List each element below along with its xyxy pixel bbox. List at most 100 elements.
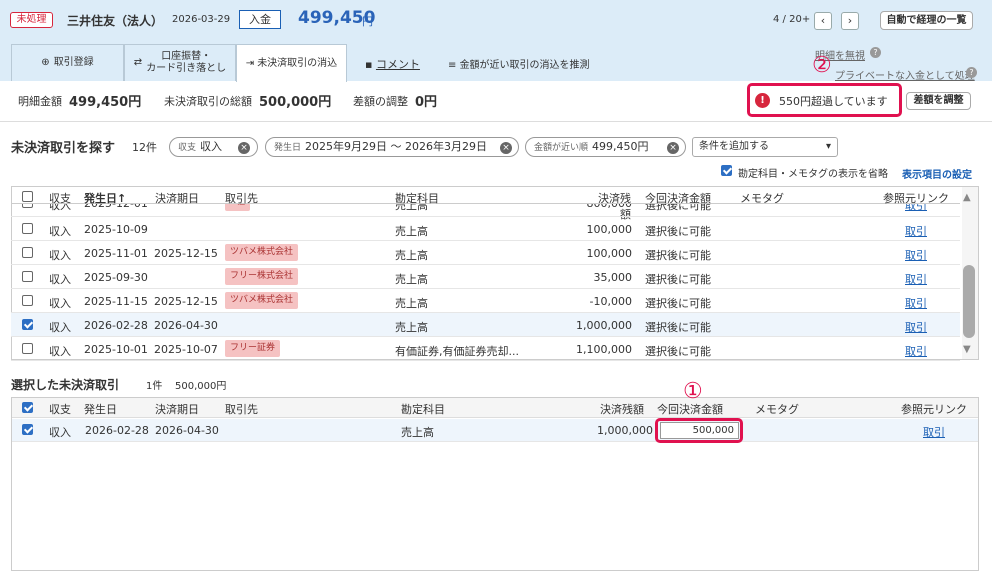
cell-balance: 100,000 (586, 223, 633, 236)
settle-amount-input[interactable]: 500,000 (660, 422, 739, 439)
annotation-2: ② (812, 53, 832, 78)
cell-account: 売上高 (395, 297, 428, 310)
total-label: 未決済取引の総額 (164, 95, 252, 108)
next-button[interactable]: › (841, 12, 859, 30)
table-cell: 収入 (49, 345, 71, 358)
cell-account: 売上高 (395, 321, 428, 334)
ref-link[interactable]: 取引 (905, 204, 927, 213)
meisai-amount: 499,450円 (69, 95, 142, 110)
adj-label: 差額の調整 (353, 95, 408, 108)
scroll-down-icon[interactable]: ▼ (963, 344, 971, 355)
select-all-checkbox[interactable] (22, 191, 33, 202)
table-cell: 2025-12-01 (84, 204, 148, 210)
cell-settle: 選択後に可能 (645, 321, 711, 334)
ref-link[interactable]: 取引 (905, 247, 927, 263)
cell-balance: 35,000 (593, 271, 633, 284)
sel-hdr-0: 収支 (49, 403, 71, 416)
tab-transfer[interactable]: ⇄ 口座振替・ カード引き落とし (124, 44, 236, 81)
filter-chip-date[interactable]: 発生日 2025年9月29日 〜 2026年3月29日 × (265, 137, 519, 157)
partner-tag: フリー証券 (225, 340, 281, 357)
selected-all-checkbox[interactable] (22, 402, 33, 413)
cell-settle: 選択後に可能 (645, 273, 711, 286)
annotation-1: ① (683, 379, 703, 404)
table-cell: 収入 (49, 321, 71, 334)
ref-link[interactable]: 取引 (905, 343, 927, 359)
tab-guess[interactable]: ≡ 金額が近い取引の消込を推測 (448, 56, 590, 71)
search-count: 12件 (132, 141, 157, 154)
sel-hdr-7: メモタグ (755, 403, 799, 416)
chevron-down-icon: ▾ (825, 141, 831, 152)
close-icon[interactable]: × (238, 142, 250, 154)
filter-chip-amount[interactable]: 金額が近い順 499,450円 × (525, 137, 686, 157)
row-checkbox[interactable] (22, 319, 33, 330)
selected-count: 1件 (146, 381, 163, 392)
filter-chip-kind[interactable]: 収支 収入 × (169, 137, 258, 157)
adjust-button[interactable]: 差額を調整 (906, 92, 971, 110)
table-cell: 2025-11-01 (84, 247, 148, 260)
table-row[interactable]: 収入 2025-11-15 2025-12-15 ツバメ株式会社 売上高 -10,000 選… (11, 289, 960, 313)
chevron-left-icon: ‹ (820, 14, 826, 27)
table-row[interactable]: 収入 2025-10-01 2025-10-07 フリー証券 有価証券,有価証券売却..… (11, 337, 960, 361)
ref-link[interactable]: 取引 (905, 295, 927, 311)
cell-account: 売上高 (395, 249, 428, 262)
row-checkbox[interactable] (22, 271, 33, 282)
table-cell: 収入 (49, 225, 71, 238)
cell-balance: 1,100,000 (576, 343, 632, 356)
tab-register[interactable]: ⊕ 取引登録 (11, 44, 124, 81)
cell-account: 売上高 (401, 426, 434, 439)
close-icon[interactable]: × (500, 142, 512, 154)
table-cell: 2025-11-15 (84, 295, 148, 308)
cell-balance: 100,000 (586, 247, 633, 260)
txn-date: 2026-03-29 (172, 14, 231, 25)
cell-settle: 選択後に可能 (645, 297, 711, 310)
display-settings-link[interactable]: 表示項目の設定 (902, 166, 972, 181)
table-cell: 2025-12-15 (154, 295, 218, 308)
search-title: 未決済取引を探す (11, 141, 116, 156)
cell-settle: 選択後に可能 (645, 345, 711, 358)
table-row[interactable]: 収入 2026-02-28 2026-04-30 売上高 1,000,000 選択後に可能… (11, 313, 960, 337)
status-badge: 未処理 (10, 12, 53, 28)
sel-hdr-2: 決済期日 (155, 403, 199, 416)
row-checkbox[interactable] (22, 424, 33, 435)
tab-comment[interactable]: ▪ コメント (365, 56, 420, 72)
row-checkbox[interactable] (22, 247, 33, 258)
tab-unsettled[interactable]: ⇥ 未決済取引の消込 (236, 44, 347, 82)
ref-link[interactable]: 取引 (905, 319, 927, 335)
omit-label: 勘定科目・メモタグの表示を省略 (738, 169, 888, 180)
table-row[interactable]: 収入 2025-10-09 売上高 100,000 選択後に可能 取引 (11, 217, 960, 241)
row-checkbox[interactable] (22, 204, 33, 208)
list-icon: ≡ (448, 60, 460, 71)
close-icon[interactable]: × (667, 142, 679, 154)
partner-tag: フリー株式会社 (225, 268, 299, 285)
partner-tag: ツバメ株式会社 (225, 292, 299, 309)
selected-title: 選択した未決済取引 (11, 378, 120, 392)
plus-circle-icon: ⊕ (41, 57, 50, 68)
ref-link[interactable]: 取引 (905, 223, 927, 239)
row-checkbox[interactable] (22, 223, 33, 234)
warning-text: 550円超過しています (779, 95, 888, 108)
row-checkbox[interactable] (22, 295, 33, 306)
add-condition-select[interactable]: 条件を追加する ▾ (692, 137, 838, 157)
chevron-right-icon: › (847, 14, 853, 27)
table-row[interactable]: 収入 2025-09-30 フリー株式会社 売上高 35,000 選択後に可能 取引 (11, 265, 960, 289)
table-row[interactable]: 収入 2025-11-01 2025-12-15 ツバメ株式会社 売上高 100,000 選… (11, 241, 960, 265)
scrollbar-thumb[interactable] (963, 265, 975, 338)
meisai-label: 明細金額 (18, 95, 62, 108)
prev-button[interactable]: ‹ (814, 12, 832, 30)
scroll-up-icon[interactable]: ▲ (963, 192, 971, 203)
cell-account: 売上高 (395, 273, 428, 286)
row-checkbox[interactable] (22, 343, 33, 354)
ref-link[interactable]: 取引 (905, 271, 927, 287)
comment-icon: ▪ (365, 58, 376, 71)
help-icon: ? (966, 67, 977, 78)
auto-list-button[interactable]: 自動で経理の一覧 (880, 11, 973, 30)
pager: 4 / 20+ (773, 14, 811, 25)
table-cell: 収入 (49, 204, 71, 212)
omit-checkbox[interactable] (721, 165, 732, 176)
partner-tag: B社 (225, 204, 251, 211)
table-row[interactable]: 収入 2025-12-01 B社 売上高 800,000 選択後に可能 取引 (11, 204, 960, 217)
alert-icon: ! (755, 93, 770, 108)
ref-link[interactable]: 取引 (923, 424, 945, 440)
private-link[interactable]: プライベートな入金として処理 (835, 67, 975, 82)
table-cell: 収入 (49, 273, 71, 286)
